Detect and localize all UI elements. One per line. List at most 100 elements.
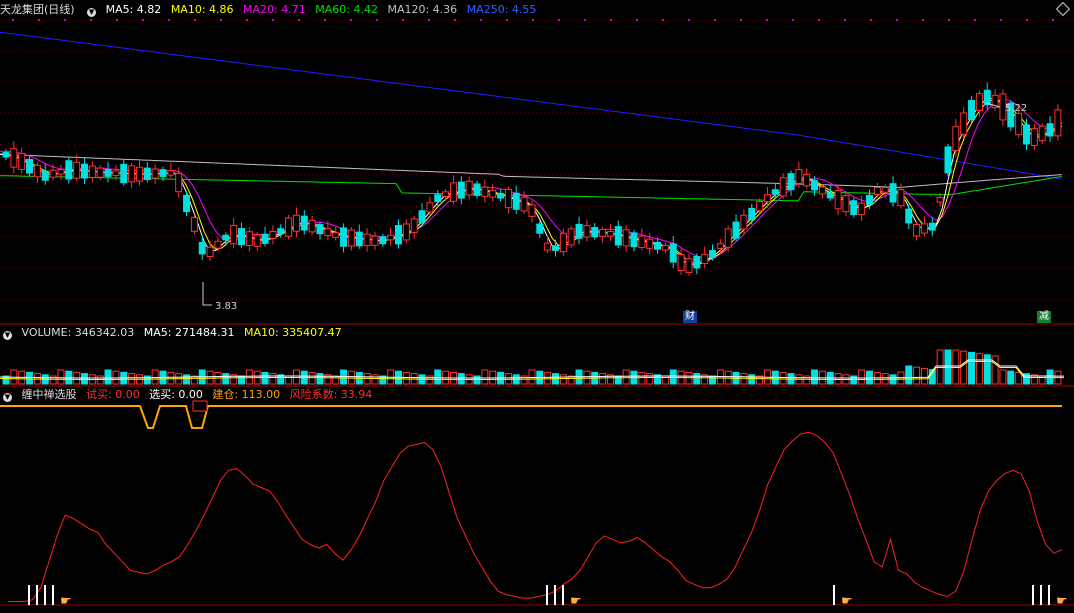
candle-body xyxy=(606,231,614,237)
candle-body xyxy=(826,192,834,199)
volume-bar xyxy=(269,373,277,385)
candle-body xyxy=(920,223,928,234)
volume-bar xyxy=(434,369,442,385)
reduce-holding-tag[interactable]: 减 xyxy=(1037,311,1051,323)
candle-body xyxy=(842,195,850,213)
candle-body xyxy=(567,228,575,246)
volume-bar xyxy=(183,374,191,385)
candle-body xyxy=(434,194,442,203)
candle-body xyxy=(245,231,253,246)
candle-body xyxy=(614,226,622,246)
hand-pointer-icon: ☛ xyxy=(841,594,853,609)
candle-body xyxy=(748,207,756,221)
volume-bar xyxy=(81,373,88,385)
marker-dot xyxy=(714,19,716,21)
candle-body xyxy=(575,223,583,239)
volume-bar xyxy=(504,373,512,385)
candle-body xyxy=(395,225,402,245)
volume-bar xyxy=(1007,370,1015,385)
candle-body xyxy=(716,243,724,249)
ma10-line xyxy=(0,99,1063,265)
marker-dot xyxy=(298,19,300,21)
volume-bar xyxy=(583,370,591,385)
candle-body xyxy=(363,233,371,247)
volume-bar xyxy=(104,369,112,385)
volume-bar xyxy=(206,370,214,385)
marker-dot xyxy=(428,19,430,21)
candle-body xyxy=(630,232,638,248)
candle-body xyxy=(497,192,505,199)
candle-body xyxy=(332,232,340,238)
candle-body xyxy=(151,168,159,179)
candle-body xyxy=(544,242,552,251)
candle-body xyxy=(57,168,65,175)
candle-body xyxy=(787,173,795,191)
candle-body xyxy=(1030,128,1038,146)
marker-dot xyxy=(636,19,638,21)
marker-dot xyxy=(558,19,560,21)
candle-body xyxy=(128,165,136,183)
candle-body xyxy=(104,169,112,177)
financial-report-tag[interactable]: 财 xyxy=(683,311,697,323)
marker-dot xyxy=(844,19,846,21)
candle-body xyxy=(873,186,881,195)
volume-bar xyxy=(685,371,693,385)
signal-bar xyxy=(562,585,564,605)
marker-dot xyxy=(480,19,482,21)
candle-body xyxy=(866,194,873,205)
candle-body xyxy=(41,170,49,181)
marker-dot xyxy=(766,19,768,21)
candle-body xyxy=(324,228,332,237)
candle-body xyxy=(1054,109,1062,137)
candle-body xyxy=(73,161,81,179)
stock-chart[interactable]: ☛ ☛ ☛ ☛ xyxy=(0,0,1074,613)
candle-body xyxy=(175,172,183,193)
candle-body xyxy=(811,180,819,191)
candle-body xyxy=(371,235,379,246)
candle-body xyxy=(646,238,654,249)
volume-bar xyxy=(308,371,316,385)
candle-body xyxy=(316,224,324,235)
volume-bar xyxy=(559,374,567,385)
candle-body xyxy=(481,186,489,197)
candle-body xyxy=(771,189,779,195)
candle-body xyxy=(112,170,120,177)
candle-body xyxy=(10,148,18,168)
signal-bar xyxy=(546,585,548,605)
candle-body xyxy=(449,182,457,202)
hand-pointer-icon: ☛ xyxy=(570,594,582,609)
candle-body xyxy=(143,167,151,181)
marker-dot xyxy=(922,19,924,21)
volume-bar xyxy=(975,353,983,385)
candle-body xyxy=(269,230,277,239)
volume-bar xyxy=(261,371,269,385)
candle-body xyxy=(897,189,905,207)
candle-body xyxy=(49,169,57,178)
candle-body xyxy=(300,215,308,231)
candle-body xyxy=(795,169,803,184)
volume-bar xyxy=(614,375,622,385)
signal-bar xyxy=(1048,585,1050,605)
candle-body xyxy=(183,194,191,212)
volume-bar xyxy=(528,369,536,385)
volume-bar xyxy=(622,369,630,385)
marker-dot xyxy=(168,19,170,21)
candle-body xyxy=(489,189,497,198)
high-price-label: 5.22 xyxy=(1005,103,1028,114)
candle-body xyxy=(465,180,473,196)
candle-body xyxy=(442,191,450,197)
marker-dot xyxy=(1052,19,1054,21)
candle-body xyxy=(528,204,536,217)
marker-dot xyxy=(584,19,586,21)
candle-body xyxy=(701,253,709,264)
volume-bar xyxy=(905,365,913,385)
marker-dot xyxy=(740,19,742,21)
volume-bar xyxy=(803,375,811,385)
candle-body xyxy=(355,231,363,247)
signal-bar xyxy=(44,585,46,605)
signal-box xyxy=(192,400,208,412)
candle-body xyxy=(913,224,921,237)
volume-bar xyxy=(544,371,552,385)
volume-bar xyxy=(913,366,921,385)
volume-bar xyxy=(999,369,1007,385)
